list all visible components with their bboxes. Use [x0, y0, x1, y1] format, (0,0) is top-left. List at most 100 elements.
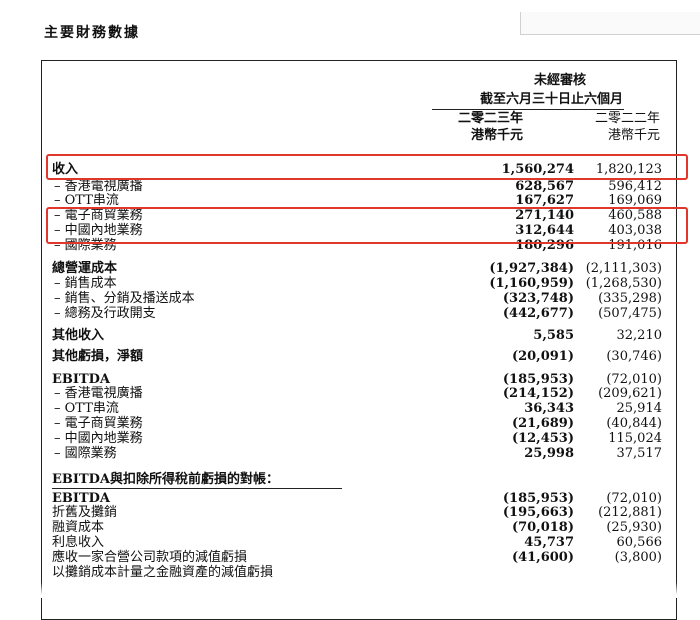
corner-box: [520, 12, 700, 35]
financial-label: 其他收入: [52, 328, 105, 343]
financial-value-2022: (209,621): [598, 386, 662, 401]
reconciliation-value-2023: 45,737: [524, 535, 574, 550]
financial-value-2023: 312,644: [515, 223, 574, 238]
header-unit-2023: 港幣千元: [470, 128, 523, 143]
financial-label: – 總務及行政開支: [54, 306, 156, 321]
financial-value-2023: 36,343: [524, 401, 574, 416]
financial-label: – 電子商貿業務: [54, 208, 143, 223]
reconciliation-value-2022: 60,566: [616, 535, 663, 550]
financial-label: 總營運成本: [52, 261, 118, 276]
financial-value-2022: (40,844): [606, 416, 662, 431]
financial-label: – OTT串流: [54, 401, 119, 416]
financial-row: – 銷售成本 (1,160,959) (1,268,530): [52, 277, 662, 291]
financial-row: 其他收入 5,585 32,210: [52, 329, 662, 343]
financial-value-2022: 32,210: [616, 328, 663, 343]
financial-value-2022: 596,412: [608, 179, 662, 194]
reconciliation-value-2022: (3,800): [614, 550, 662, 565]
financial-value-2022: (30,746): [606, 349, 662, 364]
financial-value-2023: (1,927,384): [489, 261, 574, 276]
header-year-2022: 二零二二年: [594, 111, 660, 126]
financial-value-2023: (214,152): [502, 386, 574, 401]
financial-label: – 電子商貿業務: [54, 416, 143, 431]
financial-label: EBITDA: [52, 372, 111, 387]
financial-value-2022: (2,111,303): [585, 261, 662, 276]
reconciliation-value-2023: (185,953): [502, 491, 574, 506]
reconciliation-row: 利息收入 45,737 60,566: [52, 536, 662, 550]
reconciliation-label: 利息收入: [52, 535, 105, 550]
financial-label: – 香港電視廣播: [54, 179, 143, 194]
financial-value-2023: 180,296: [515, 238, 574, 253]
financial-label: – OTT串流: [54, 193, 119, 208]
financial-value-2022: 115,024: [608, 431, 662, 446]
reconciliation-label: 融資成本: [52, 520, 105, 535]
financial-value-2022: 25,914: [616, 401, 663, 416]
header-unaudited: 未經審核: [533, 73, 586, 88]
financial-value-2023: 167,627: [515, 193, 574, 208]
financial-label: – 香港電視廣播: [54, 386, 143, 401]
financial-value-2022: 403,038: [608, 223, 662, 238]
financial-value-2022: 460,588: [608, 208, 662, 223]
financial-label: – 國際業務: [54, 238, 117, 253]
reconciliation-row: EBITDA (185,953) (72,010): [52, 492, 662, 506]
reconciliation-row: 融資成本 (70,018) (25,930): [52, 521, 662, 535]
financial-row: 其他虧損，淨額 (20,091) (30,746): [52, 350, 662, 364]
financial-label: – 銷售、分銷及播送成本: [54, 291, 195, 306]
financial-row: – OTT串流 167,627 169,069: [52, 194, 662, 208]
reconciliation-value-2023: (195,663): [502, 505, 574, 520]
financial-label: 其他虧損，淨額: [52, 349, 144, 364]
financial-row: – OTT串流 36,343 25,914: [52, 402, 662, 416]
financial-row: – 香港電視廣播 628,567 596,412: [52, 180, 662, 194]
reconciliation-label: 以攤銷成本計量之金融資產的減值虧損: [52, 565, 274, 580]
financial-row: – 國際業務 180,296 191,016: [52, 239, 662, 253]
financial-value-2023: (185,953): [502, 372, 574, 387]
financial-value-2023: (442,677): [502, 306, 574, 321]
financial-label: – 國際業務: [54, 446, 117, 461]
reconciliation-value-2022: (25,930): [606, 520, 662, 535]
reconciliation-value-2023: (70,018): [511, 520, 574, 535]
reconciliation-value-2023: (41,600): [511, 550, 574, 565]
financial-value-2022: (1,268,530): [585, 276, 662, 291]
financial-value-2023: 271,140: [515, 208, 574, 223]
reconciliation-value-2022: (212,881): [598, 505, 662, 520]
reconciliation-label: 應收一家合營公司款項的減值虧損: [52, 550, 248, 565]
financial-row: 總營運成本 (1,927,384) (2,111,303): [52, 262, 662, 276]
header-unit-2022: 港幣千元: [607, 128, 660, 143]
financial-value-2023: (20,091): [511, 349, 574, 364]
reconciliation-label: EBITDA: [52, 491, 111, 506]
financial-value-2023: (12,453): [511, 431, 574, 446]
financial-value-2022: 1,820,123: [595, 162, 662, 177]
reconciliation-heading-row: EBITDA與扣除所得稅前虧損的對帳：: [52, 473, 662, 487]
financial-value-2023: 1,560,274: [501, 162, 574, 177]
reconciliation-row: 折舊及攤銷 (195,663) (212,881): [52, 506, 662, 520]
reconciliation-row: 以攤銷成本計量之金融資產的減值虧損: [52, 566, 662, 580]
financial-row: – 總務及行政開支 (442,677) (507,475): [52, 307, 662, 321]
financial-row: EBITDA (185,953) (72,010): [52, 373, 662, 387]
financial-label: – 銷售成本: [54, 276, 117, 291]
financial-value-2023: (1,160,959): [489, 276, 574, 291]
header-year-2023: 二零二三年: [457, 111, 523, 126]
financial-value-2023: 25,998: [524, 446, 574, 461]
financial-row: – 銷售、分銷及播送成本 (323,748) (335,298): [52, 292, 662, 306]
financial-row: – 電子商貿業務 271,140 460,588: [52, 209, 662, 223]
financial-value-2022: 37,517: [616, 446, 663, 461]
financial-row: – 電子商貿業務 (21,689) (40,844): [52, 417, 662, 431]
header-period: 截至六月三十日止六個月: [479, 92, 623, 107]
reconciliation-label: 折舊及攤銷: [52, 505, 118, 520]
financial-value-2022: (335,298): [598, 291, 662, 306]
financial-value-2023: (323,748): [502, 291, 574, 306]
bottom-fade: [0, 582, 700, 598]
reconciliation-heading: EBITDA與扣除所得稅前虧損的對帳：: [52, 472, 280, 487]
financial-row: – 國際業務 25,998 37,517: [52, 447, 662, 461]
header-period-underline: [432, 109, 624, 110]
financial-value-2023: (21,689): [511, 416, 574, 431]
financial-value-2023: 5,585: [533, 328, 574, 343]
financial-value-2022: 191,016: [608, 238, 662, 253]
financial-row: – 香港電視廣播 (214,152) (209,621): [52, 387, 662, 401]
financial-value-2022: (72,010): [606, 372, 662, 387]
financial-value-2023: 628,567: [515, 179, 574, 194]
financial-row: – 中國內地業務 (12,453) 115,024: [52, 432, 662, 446]
reconciliation-row: 應收一家合營公司款項的減值虧損 (41,600) (3,800): [52, 551, 662, 565]
financial-label: – 中國內地業務: [54, 223, 143, 238]
financial-row: 收入 1,560,274 1,820,123: [52, 163, 662, 177]
page-heading: 主要財務數據: [44, 25, 140, 41]
